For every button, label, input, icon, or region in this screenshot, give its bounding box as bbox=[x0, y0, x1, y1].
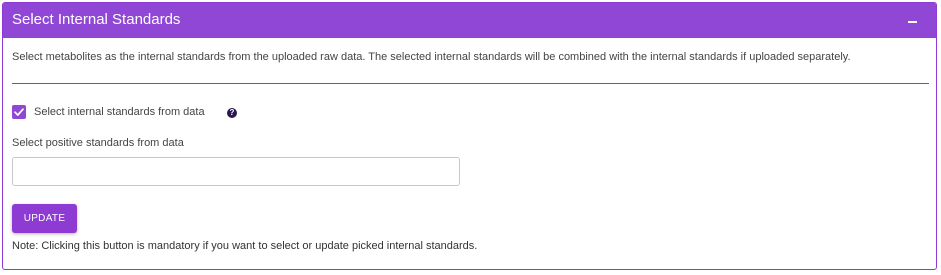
divider bbox=[12, 83, 929, 84]
update-button[interactable]: UPDATE bbox=[12, 204, 77, 233]
positive-standards-select[interactable] bbox=[12, 157, 460, 186]
panel-header: Select Internal Standards bbox=[3, 3, 936, 38]
mandatory-note: Note: Clicking this button is mandatory … bbox=[12, 240, 478, 252]
panel-title: Select Internal Standards bbox=[12, 11, 181, 28]
checkbox-label: Select internal standards from data bbox=[34, 106, 205, 118]
select-internal-standards-checkbox[interactable] bbox=[12, 105, 26, 119]
positive-standards-label: Select positive standards from data bbox=[12, 137, 184, 149]
internal-standards-panel: Select Internal Standards Select metabol… bbox=[2, 2, 937, 270]
minus-icon[interactable] bbox=[906, 11, 922, 29]
panel-description: Select metabolites as the internal stand… bbox=[12, 51, 851, 63]
checkmark-icon bbox=[14, 108, 24, 116]
help-glyph: ? bbox=[229, 108, 235, 117]
question-circle-icon[interactable]: ? bbox=[227, 108, 237, 118]
